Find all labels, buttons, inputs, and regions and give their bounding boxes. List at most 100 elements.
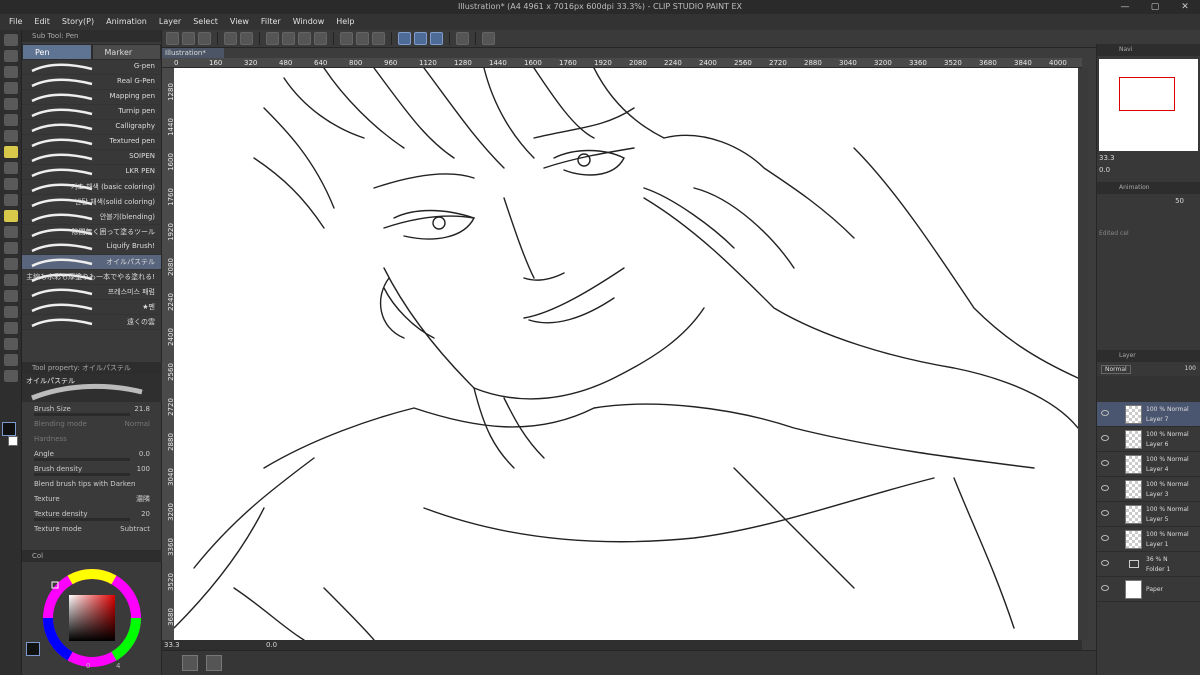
texture-mode-row[interactable]: Texture mode Subtract <box>22 522 162 537</box>
menu-story[interactable]: Story(P) <box>56 14 100 30</box>
move-icon[interactable] <box>3 50 18 62</box>
drawing-canvas[interactable] <box>174 68 1078 640</box>
brush-item[interactable]: LKR PEN <box>22 165 161 180</box>
layer-row-paper[interactable]: Paper <box>1097 577 1200 602</box>
menu-layer[interactable]: Layer <box>153 14 187 30</box>
brush-item[interactable]: 기초 채색 (basic coloring) <box>22 180 161 195</box>
snap-special-ruler-icon[interactable] <box>398 32 411 45</box>
visibility-icon[interactable] <box>1101 435 1109 441</box>
brush-item[interactable]: ★펜 <box>22 300 161 315</box>
balloon-icon[interactable] <box>3 354 18 366</box>
vertical-scrollbar[interactable] <box>1080 68 1088 640</box>
layer-row-folder[interactable]: 36 % N Folder 1 <box>1097 552 1200 577</box>
layer-row[interactable]: 100 % Normal Layer 1 <box>1097 527 1200 552</box>
brush-item[interactable]: 遠くの雲 <box>22 315 161 330</box>
horizontal-scrollbar[interactable]: 33.3 0.0 <box>162 640 1082 650</box>
tab-marker[interactable]: Marker <box>91 44 161 60</box>
layer-row[interactable]: 100 % Normal Layer 5 <box>1097 502 1200 527</box>
stabilize-icon[interactable] <box>414 32 427 45</box>
pen-tool-icon[interactable] <box>3 146 18 158</box>
visibility-icon[interactable] <box>1101 535 1109 541</box>
gradient-icon[interactable] <box>3 274 18 286</box>
angle-row[interactable]: Angle 0.0 <box>22 447 162 462</box>
save-icon[interactable] <box>198 32 211 45</box>
brush-item[interactable]: 반탄 채색(solid coloring) <box>22 195 161 210</box>
redo-icon[interactable] <box>240 32 253 45</box>
menu-window[interactable]: Window <box>287 14 331 30</box>
color-wheel[interactable] <box>22 562 162 675</box>
brush-item[interactable]: SOIPEN <box>22 150 161 165</box>
airbrush-icon[interactable] <box>3 194 18 206</box>
blend-mode-select[interactable]: Normal <box>1101 365 1131 374</box>
layout-icon[interactable] <box>206 655 222 671</box>
brush-item[interactable]: 프레스미스 패럼 <box>22 285 161 300</box>
brush-item[interactable]: Textured pen <box>22 135 161 150</box>
maximize-icon[interactable]: ▢ <box>1140 0 1170 14</box>
visibility-icon[interactable] <box>1101 585 1109 591</box>
visibility-icon[interactable] <box>1101 485 1109 491</box>
blend-tips-row[interactable]: Blend brush tips with Darken <box>22 477 162 492</box>
brush-icon[interactable] <box>3 178 18 190</box>
texture-row[interactable]: Texture 濃隣 <box>22 492 162 507</box>
eyedropper-icon[interactable] <box>3 130 18 142</box>
new-canvas-icon[interactable] <box>166 32 179 45</box>
pencil-icon[interactable] <box>3 162 18 174</box>
menu-select[interactable]: Select <box>187 14 224 30</box>
correct-line-icon[interactable] <box>3 370 18 382</box>
visibility-icon[interactable] <box>1101 460 1109 466</box>
layer-row[interactable]: 100 % Normal Layer 4 <box>1097 452 1200 477</box>
brush-item[interactable]: Calligraphy <box>22 120 161 135</box>
eraser-icon[interactable] <box>3 226 18 238</box>
navigator-preview[interactable] <box>1099 59 1198 151</box>
texture-density-slider[interactable] <box>34 518 130 521</box>
help-icon[interactable] <box>482 32 495 45</box>
pressure-icon[interactable] <box>430 32 443 45</box>
selection-icon[interactable] <box>3 82 18 94</box>
fill-icon[interactable] <box>298 32 311 45</box>
density-slider[interactable] <box>34 473 130 476</box>
deselect-icon[interactable] <box>266 32 279 45</box>
blend-icon[interactable] <box>3 242 18 254</box>
menu-filter[interactable]: Filter <box>255 14 287 30</box>
undo-icon[interactable] <box>224 32 237 45</box>
brush-item[interactable]: Mapping pen <box>22 90 161 105</box>
zoom-icon[interactable] <box>3 34 18 46</box>
open-icon[interactable] <box>182 32 195 45</box>
brush-item[interactable]: 안블기(blending) <box>22 210 161 225</box>
main-color-swatch[interactable] <box>2 422 16 436</box>
snap-ruler-icon[interactable] <box>356 32 369 45</box>
figure-icon[interactable] <box>3 290 18 302</box>
brush-item[interactable]: オイルパステル <box>22 255 161 270</box>
visibility-icon[interactable] <box>1101 510 1109 516</box>
texture-density-row[interactable]: Texture density 20 <box>22 507 162 522</box>
brush-item[interactable]: Real G-Pen <box>22 75 161 90</box>
brush-size-row[interactable]: Brush Size 21.8 <box>22 402 162 417</box>
sub-color-swatch[interactable] <box>8 436 18 446</box>
brush-item[interactable]: Turnip pen <box>22 105 161 120</box>
layer-row[interactable]: 100 % Normal Layer 7 <box>1097 402 1200 427</box>
blending-mode-row[interactable]: Blending mode Normal <box>22 417 162 432</box>
mobile-icon[interactable] <box>456 32 469 45</box>
fill-tool-icon[interactable] <box>3 258 18 270</box>
brush-density-row[interactable]: Brush density 100 <box>22 462 162 477</box>
layer-opacity[interactable]: 100 <box>1185 365 1196 372</box>
menu-help[interactable]: Help <box>330 14 360 30</box>
document-tab[interactable]: Illustration* <box>162 48 224 58</box>
color-main-swatch[interactable] <box>26 642 40 656</box>
hardness-row[interactable]: Hardness <box>22 432 162 447</box>
brush-item[interactable]: Liquify Brush! <box>22 240 161 255</box>
brush-size-slider[interactable] <box>34 413 130 416</box>
visibility-icon[interactable] <box>1101 410 1109 416</box>
angle-slider[interactable] <box>34 458 130 461</box>
brush-item[interactable]: 隙間無く囲って塗るツール <box>22 225 161 240</box>
clear-icon[interactable] <box>282 32 295 45</box>
menu-file[interactable]: File <box>3 14 28 30</box>
timeline-icon[interactable] <box>182 655 198 671</box>
menu-view[interactable]: View <box>224 14 255 30</box>
frame-border-icon[interactable] <box>3 306 18 318</box>
lasso-icon[interactable] <box>3 98 18 110</box>
decoration-icon[interactable] <box>3 210 18 222</box>
close-icon[interactable]: ✕ <box>1170 0 1200 14</box>
minimize-icon[interactable]: — <box>1110 0 1140 14</box>
brush-item[interactable]: 主線も水彩も厚塗りも一本でやる塗れる! <box>22 270 161 285</box>
